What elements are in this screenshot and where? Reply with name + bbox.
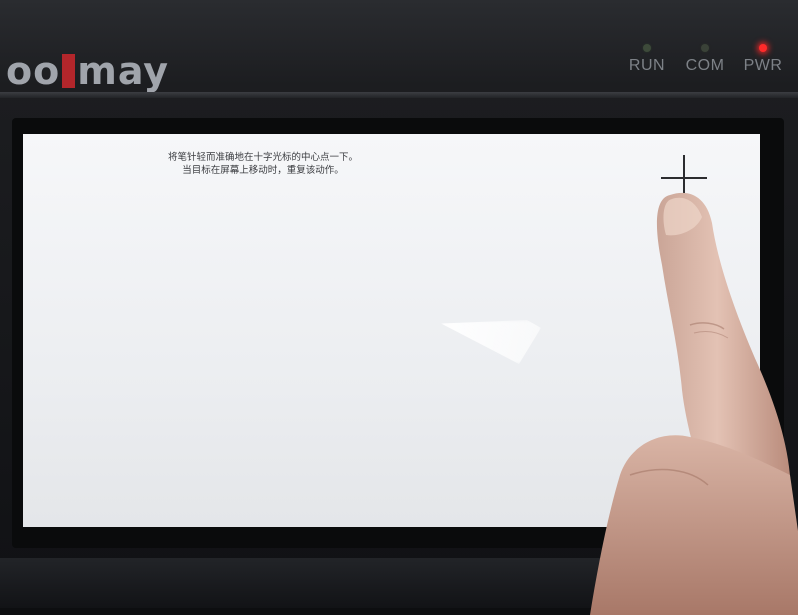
led-com: COM bbox=[676, 44, 734, 75]
brand-logo-left: oo bbox=[6, 49, 61, 93]
hmi-device: oo may RUN COM PWR 将笔针轻而准确地在十字光标的中心点一下。 … bbox=[0, 0, 798, 615]
status-leds: RUN COM PWR bbox=[618, 44, 792, 75]
led-run-label: RUN bbox=[628, 57, 666, 74]
led-pwr-label: PWR bbox=[743, 57, 783, 74]
led-com-label: COM bbox=[685, 57, 725, 74]
brand-logo-right: may bbox=[77, 49, 170, 93]
screen-glare bbox=[441, 320, 541, 364]
pwr-led-icon bbox=[759, 44, 767, 52]
brand-logo: oo may bbox=[6, 44, 169, 90]
instruction-line-2: 当目标在屏幕上移动时，重复该动作。 bbox=[182, 165, 344, 176]
finger bbox=[590, 192, 798, 615]
led-pwr: PWR bbox=[734, 44, 792, 75]
brand-logo-accent bbox=[62, 54, 76, 88]
calibration-instruction: 将笔针轻而准确地在十字光标的中心点一下。 当目标在屏幕上移动时，重复该动作。 bbox=[23, 151, 503, 177]
led-run: RUN bbox=[618, 44, 676, 75]
com-led-icon bbox=[701, 44, 709, 52]
instruction-line-1: 将笔针轻而准确地在十字光标的中心点一下。 bbox=[167, 152, 358, 163]
run-led-icon bbox=[643, 44, 651, 52]
bezel-strip bbox=[0, 92, 798, 98]
